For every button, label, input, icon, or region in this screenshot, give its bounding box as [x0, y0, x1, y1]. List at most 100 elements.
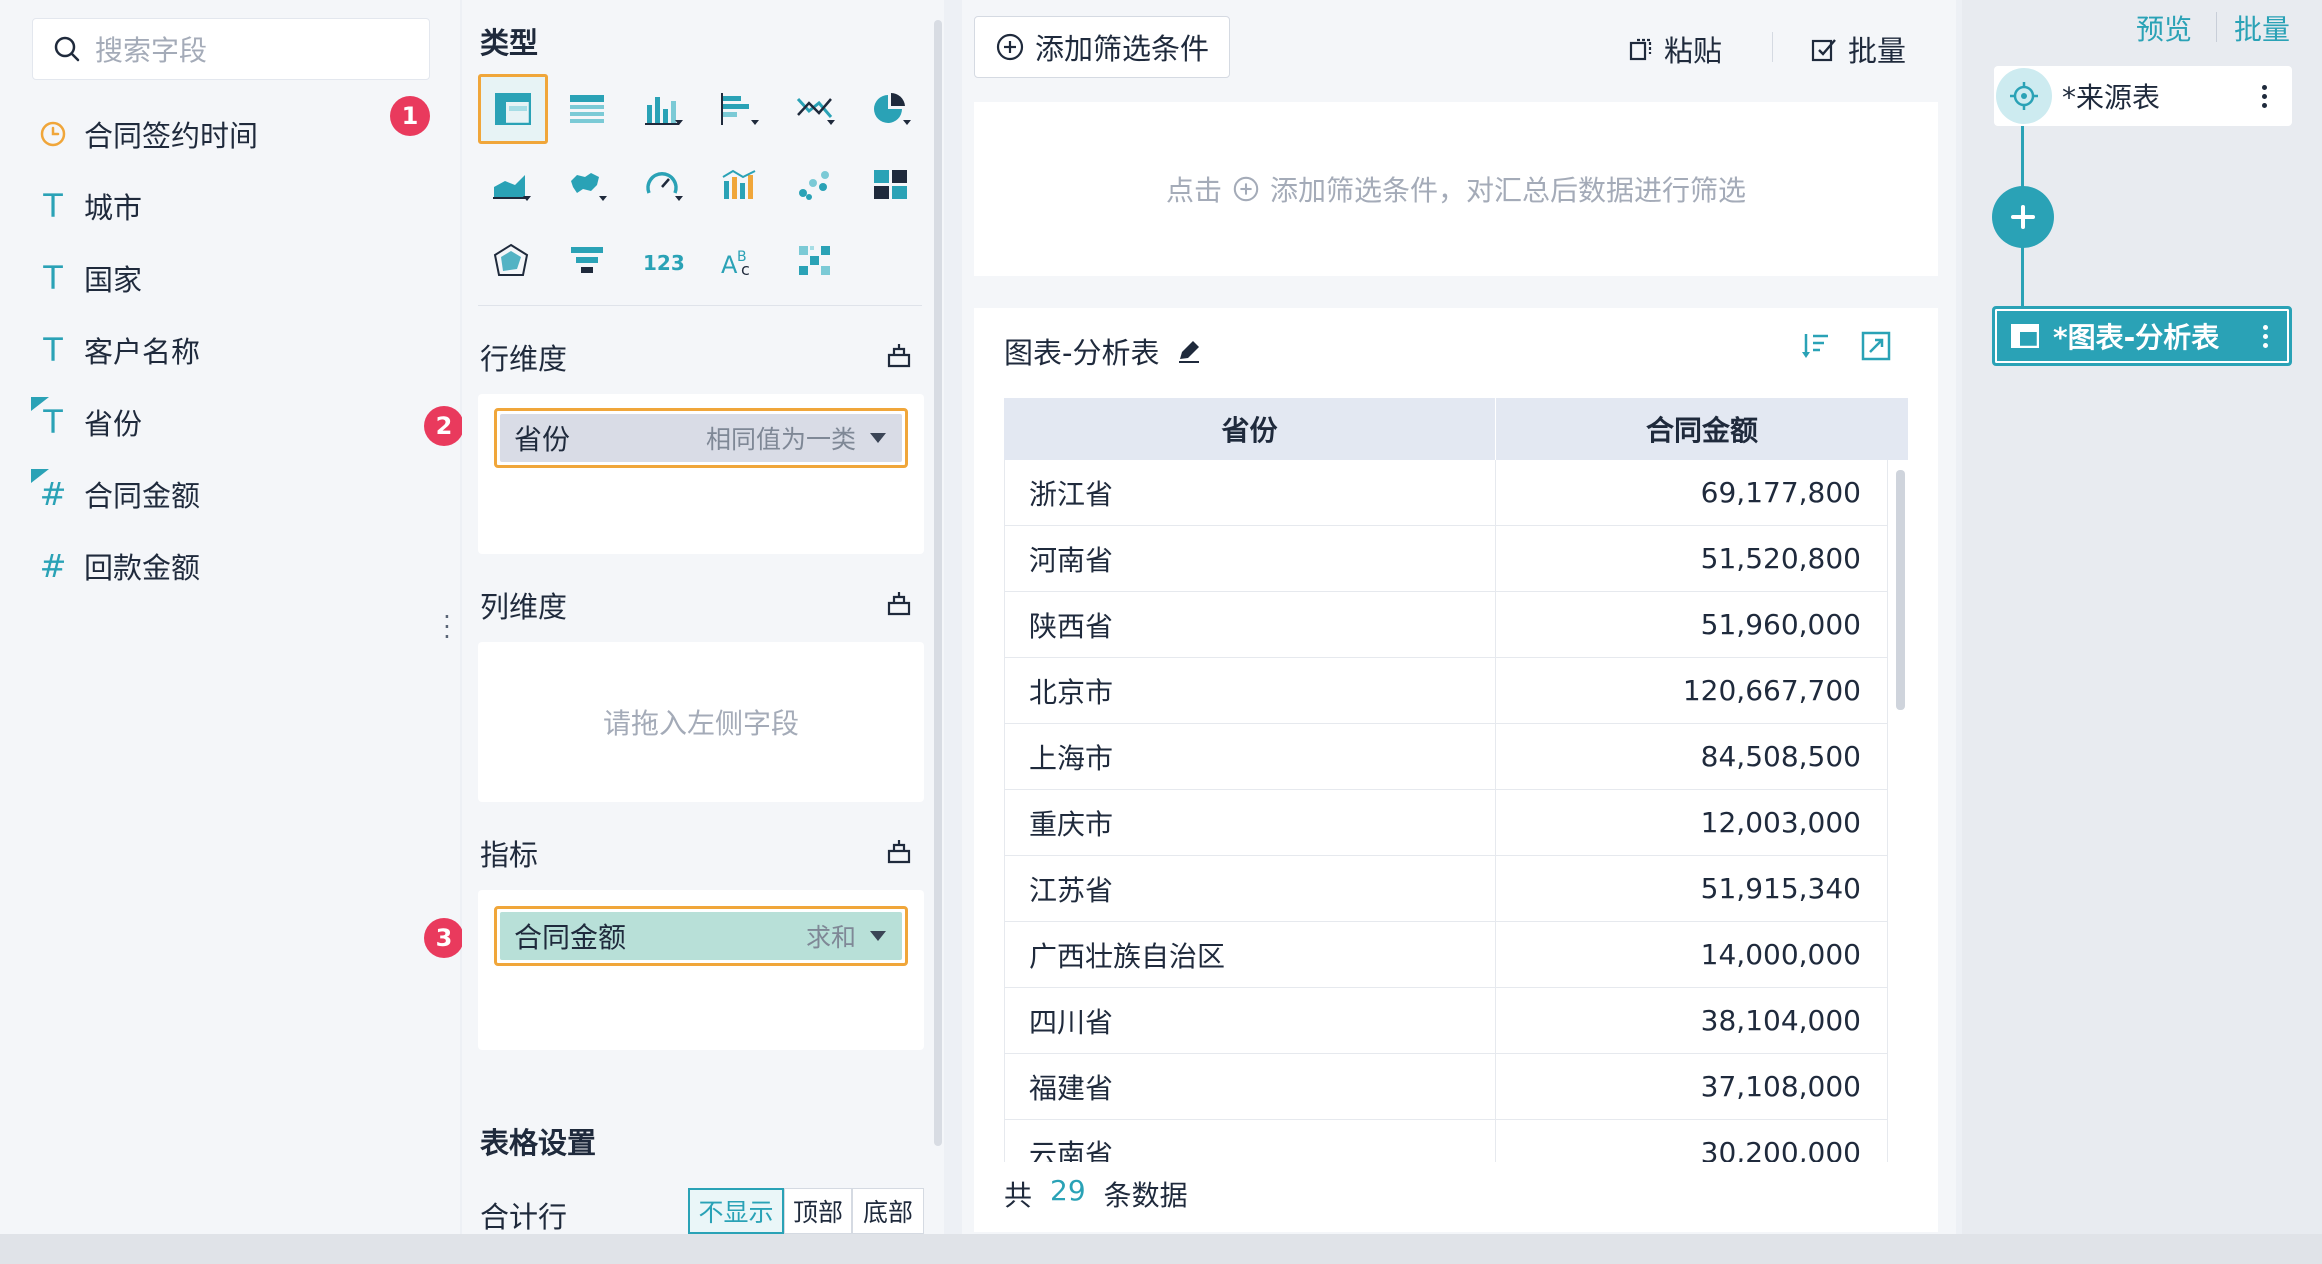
text-type-used-icon: T — [31, 397, 72, 442]
edit-pen-icon[interactable] — [1175, 337, 1203, 365]
field-item-country[interactable]: T 国家 — [34, 252, 142, 304]
chart-type-dashboard[interactable] — [858, 152, 924, 218]
clock-icon — [34, 114, 72, 154]
batch-link[interactable]: 批量 — [2234, 8, 2290, 48]
search-icon — [54, 36, 80, 62]
chart-type-gauge[interactable] — [630, 152, 696, 218]
clear-column-dimension-button[interactable] — [882, 586, 916, 620]
svg-text:c: c — [741, 260, 750, 279]
cell-amount: 12,003,000 — [1496, 790, 1888, 855]
metric-pill[interactable]: 合同金额 求和 — [494, 906, 908, 966]
paste-button[interactable]: 粘贴 — [1628, 28, 1722, 70]
chart-type-combo[interactable] — [706, 152, 772, 218]
eraser-icon — [887, 344, 911, 368]
gauge-chart-icon — [646, 172, 683, 201]
more-options-icon[interactable] — [2254, 84, 2274, 108]
column-header-province[interactable]: 省份 — [1004, 398, 1496, 460]
add-node-button[interactable] — [1992, 186, 2054, 248]
eraser-icon — [887, 592, 911, 616]
more-options-icon[interactable] — [2255, 324, 2275, 348]
source-table-node[interactable]: *来源表 — [1994, 66, 2292, 126]
config-scrollbar[interactable] — [934, 20, 942, 1146]
field-item-contract-date[interactable]: 合同签约时间 — [34, 108, 258, 160]
cell-amount: 37,108,000 — [1496, 1054, 1888, 1119]
table-row[interactable]: 福建省 37,108,000 — [1004, 1054, 1888, 1120]
cell-province: 河南省 — [1004, 526, 1496, 591]
field-label: 客户名称 — [84, 335, 201, 369]
paste-label: 粘贴 — [1664, 34, 1723, 68]
table-row[interactable]: 四川省 38,104,000 — [1004, 988, 1888, 1054]
text-type-icon: T — [43, 187, 63, 225]
cell-province: 福建省 — [1004, 1054, 1496, 1119]
cell-province: 陕西省 — [1004, 592, 1496, 657]
total-row-option-hide[interactable]: 不显示 — [688, 1188, 784, 1234]
table-row[interactable]: 陕西省 51,960,000 — [1004, 592, 1888, 658]
table-scrollbar[interactable] — [1896, 470, 1905, 710]
panel-resize-handle[interactable]: · · · — [440, 605, 454, 649]
text-type-icon: T — [43, 331, 63, 369]
chevron-down-icon[interactable] — [870, 931, 886, 941]
field-label: 回款金额 — [84, 551, 201, 585]
field-label: 省份 — [84, 407, 143, 441]
fullscreen-button[interactable] — [1860, 330, 1892, 366]
bottom-strip — [0, 1234, 2322, 1264]
chart-type-heatmap[interactable] — [782, 228, 848, 294]
clear-row-dimension-button[interactable] — [882, 338, 916, 372]
field-item-payment-amount[interactable]: # 回款金额 — [34, 540, 200, 592]
cell-amount: 30,200,000 — [1496, 1120, 1888, 1162]
combo-chart-icon — [722, 169, 756, 199]
table-row[interactable]: 浙江省 69,177,800 — [1004, 460, 1888, 526]
column-dimension-dropzone[interactable]: 请拖入左侧字段 — [478, 642, 924, 802]
chevron-down-icon[interactable] — [870, 433, 886, 443]
batch-button[interactable]: 批量 — [1810, 28, 1906, 70]
chart-type-pie[interactable] — [858, 76, 924, 142]
total-row-option-top[interactable]: 顶部 — [784, 1188, 852, 1234]
chart-type-word-cloud[interactable]: ABc — [706, 228, 772, 294]
cell-province: 北京市 — [1004, 658, 1496, 723]
search-input[interactable]: 搜索字段 — [32, 18, 430, 80]
type-title: 类型 — [480, 26, 539, 60]
svg-text:A: A — [721, 251, 738, 279]
chart-type-map[interactable] — [554, 152, 620, 218]
table-row[interactable]: 河南省 51,520,800 — [1004, 526, 1888, 592]
chart-table-node[interactable]: *图表-分析表 — [1992, 306, 2292, 366]
chart-type-bar[interactable] — [706, 76, 772, 142]
table-row[interactable]: 重庆市 12,003,000 — [1004, 790, 1888, 856]
table-row[interactable]: 北京市 120,667,700 — [1004, 658, 1888, 724]
row-dimension-pill[interactable]: 省份 相同值为一类 — [494, 408, 908, 468]
chart-type-line[interactable] — [782, 76, 848, 142]
sort-button[interactable] — [1800, 330, 1832, 366]
step-badge: 3 — [424, 918, 464, 958]
batch-edit-icon — [1811, 39, 1836, 62]
chart-type-pivot-table[interactable] — [478, 74, 548, 144]
column-header-amount[interactable]: 合同金额 — [1496, 398, 1908, 460]
filter-area[interactable]: 点击 添加筛选条件，对汇总后数据进行筛选 — [974, 102, 1938, 276]
chart-type-radar[interactable] — [478, 228, 544, 294]
chart-type-scatter[interactable] — [782, 152, 848, 218]
table-row[interactable]: 广西壮族自治区 14,000,000 — [1004, 922, 1888, 988]
table-footer: 共 29 条数据 — [1004, 1174, 1188, 1214]
chart-type-area[interactable] — [478, 152, 544, 218]
total-row-option-bottom[interactable]: 底部 — [852, 1188, 924, 1234]
footer-prefix: 共 — [1004, 1179, 1033, 1212]
cell-province: 云南省 — [1004, 1120, 1496, 1162]
chart-type-kpi[interactable]: 123 — [630, 228, 696, 294]
table-row[interactable]: 云南省 30,200,000 — [1004, 1120, 1888, 1162]
area-chart-icon — [493, 175, 531, 201]
table-body: 浙江省 69,177,800 河南省 51,520,800 陕西省 51,960,00… — [974, 460, 1938, 1162]
cell-amount: 51,915,340 — [1496, 856, 1888, 921]
preview-link[interactable]: 预览 — [2136, 8, 2192, 48]
clear-metric-button[interactable] — [882, 834, 916, 868]
add-filter-button[interactable]: 添加筛选条件 — [974, 16, 1230, 78]
chart-type-funnel[interactable] — [554, 228, 620, 294]
chart-type-column[interactable] — [630, 76, 696, 142]
table-row[interactable]: 江苏省 51,915,340 — [1004, 856, 1888, 922]
table-row[interactable]: 上海市 84,508,500 — [1004, 724, 1888, 790]
field-item-contract-amount[interactable]: # 合同金额 — [31, 468, 200, 520]
field-item-customer[interactable]: T 客户名称 — [34, 324, 200, 376]
field-item-province[interactable]: T 省份 — [31, 396, 143, 448]
cell-province: 重庆市 — [1004, 790, 1496, 855]
chart-type-detail-table[interactable] — [554, 76, 620, 142]
field-item-city[interactable]: T 城市 — [34, 180, 142, 232]
sort-icon — [1802, 334, 1828, 358]
